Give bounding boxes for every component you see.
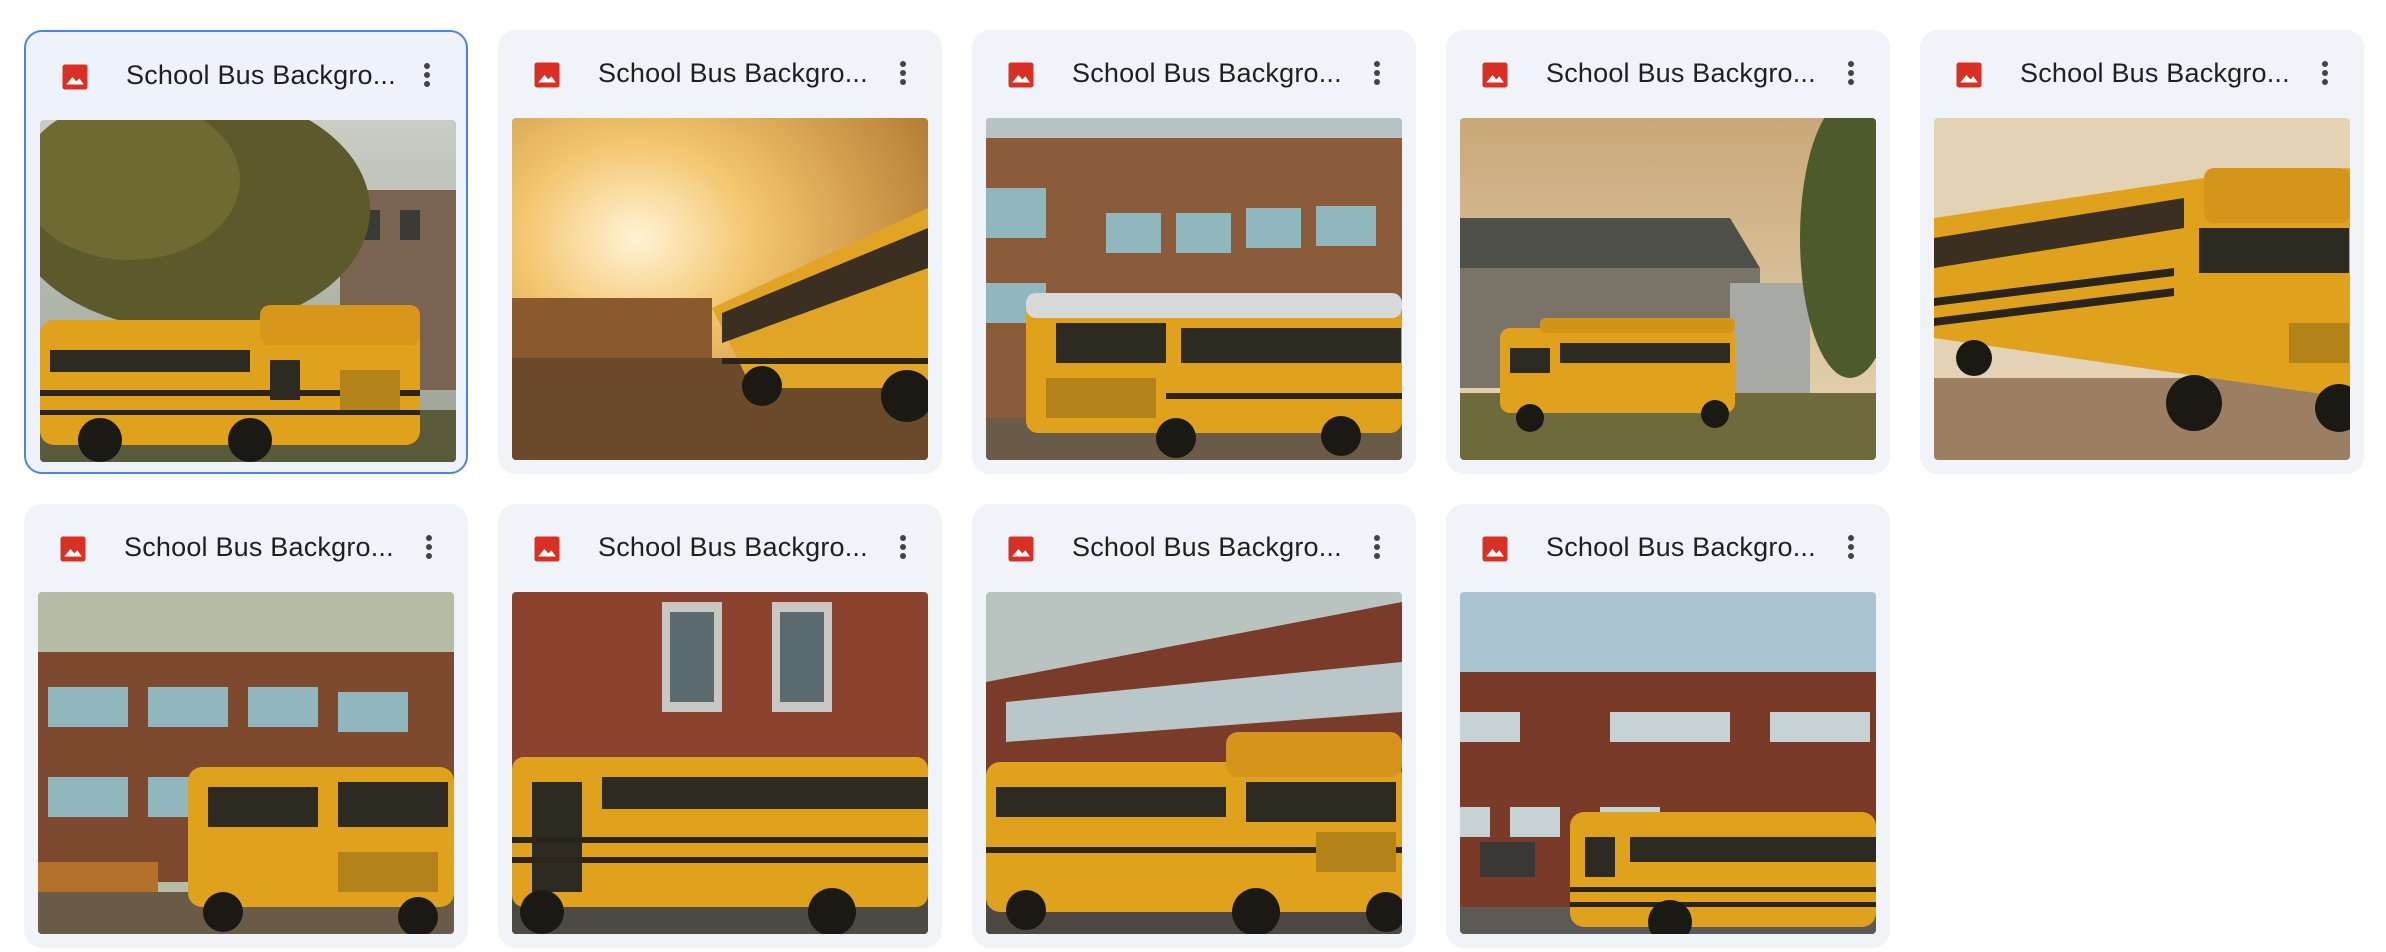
file-card[interactable]: School Bus Backgro... [1920, 30, 2364, 474]
image-icon [1482, 62, 1508, 88]
file-thumbnail[interactable] [512, 592, 928, 934]
file-grid: School Bus Backgro... School Bus Backgro… [24, 30, 2364, 948]
file-thumbnail[interactable] [38, 592, 454, 934]
file-name: School Bus Backgro... [598, 532, 868, 562]
more-options-button[interactable] [882, 526, 924, 568]
image-icon [60, 536, 86, 562]
more-vert-icon [1374, 535, 1380, 559]
more-vert-icon [2322, 61, 2328, 85]
file-card-header: School Bus Backgro... [972, 504, 1416, 590]
image-icon [534, 536, 560, 562]
file-card[interactable]: School Bus Backgro... [972, 504, 1416, 948]
file-card[interactable]: School Bus Backgro... [498, 30, 942, 474]
more-vert-icon [1848, 535, 1854, 559]
image-icon [1956, 62, 1982, 88]
file-card-header: School Bus Backgro... [24, 504, 468, 590]
more-vert-icon [1374, 61, 1380, 85]
image-icon [1008, 536, 1034, 562]
more-options-button[interactable] [1356, 52, 1398, 94]
more-vert-icon [900, 535, 906, 559]
file-card-header: School Bus Backgro... [1446, 30, 1890, 116]
more-options-button[interactable] [1830, 52, 1872, 94]
file-card-header: School Bus Backgro... [26, 32, 466, 118]
file-thumbnail[interactable] [1460, 118, 1876, 460]
file-thumbnail[interactable] [986, 592, 1402, 934]
image-icon [1482, 536, 1508, 562]
file-thumbnail[interactable] [512, 118, 928, 460]
file-card[interactable]: School Bus Backgro... [24, 30, 468, 474]
more-options-button[interactable] [1830, 526, 1872, 568]
more-options-button[interactable] [1356, 526, 1398, 568]
file-thumbnail[interactable] [40, 120, 456, 462]
file-card-header: School Bus Backgro... [498, 504, 942, 590]
file-card-header: School Bus Backgro... [498, 30, 942, 116]
file-name: School Bus Backgro... [1546, 58, 1816, 88]
image-icon [62, 64, 88, 90]
image-icon [534, 62, 560, 88]
more-options-button[interactable] [406, 54, 448, 96]
file-thumbnail[interactable] [1934, 118, 2350, 460]
file-name: School Bus Backgro... [1072, 58, 1342, 88]
file-card-header: School Bus Backgro... [1446, 504, 1890, 590]
file-card-header: School Bus Backgro... [1920, 30, 2364, 116]
file-name: School Bus Backgro... [126, 60, 396, 90]
file-card[interactable]: School Bus Backgro... [24, 504, 468, 948]
file-thumbnail[interactable] [986, 118, 1402, 460]
more-vert-icon [424, 63, 430, 87]
file-card[interactable]: School Bus Backgro... [972, 30, 1416, 474]
file-name: School Bus Backgro... [1546, 532, 1816, 562]
file-card[interactable]: School Bus Backgro... [1446, 30, 1890, 474]
more-vert-icon [426, 535, 432, 559]
file-name: School Bus Backgro... [598, 58, 868, 88]
image-icon [1008, 62, 1034, 88]
file-card-header: School Bus Backgro... [972, 30, 1416, 116]
file-name: School Bus Backgro... [124, 532, 394, 562]
more-options-button[interactable] [408, 526, 450, 568]
more-vert-icon [1848, 61, 1854, 85]
file-card[interactable]: School Bus Backgro... [498, 504, 942, 948]
file-thumbnail[interactable] [1460, 592, 1876, 934]
more-options-button[interactable] [882, 52, 924, 94]
file-name: School Bus Backgro... [2020, 58, 2290, 88]
file-card[interactable]: School Bus Backgro... [1446, 504, 1890, 948]
more-options-button[interactable] [2304, 52, 2346, 94]
file-name: School Bus Backgro... [1072, 532, 1342, 562]
more-vert-icon [900, 61, 906, 85]
